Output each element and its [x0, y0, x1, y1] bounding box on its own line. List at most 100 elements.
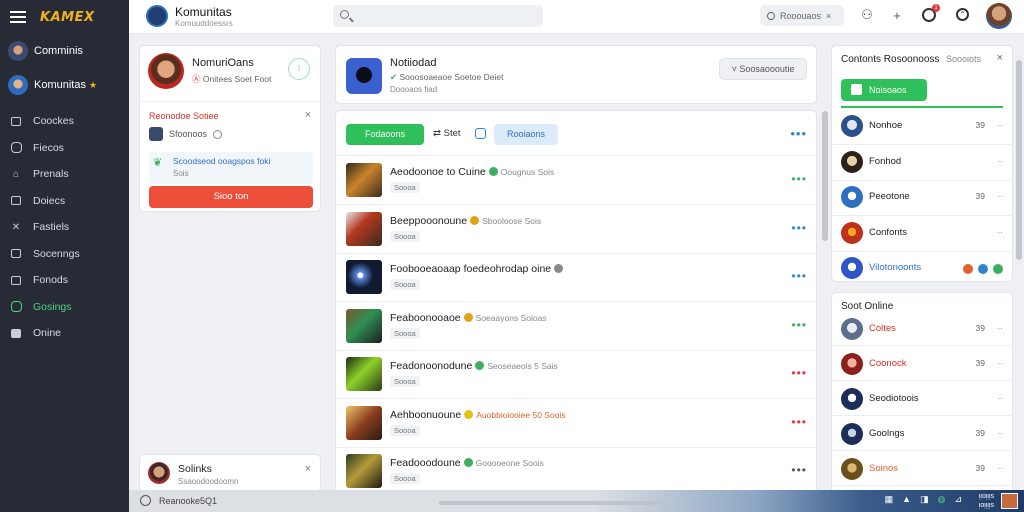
- alert-item[interactable]: Sfoonoos: [149, 127, 223, 141]
- horizontal-scrollbar[interactable]: [439, 501, 675, 505]
- close-icon[interactable]: ×: [826, 11, 831, 21]
- post-thumbnail[interactable]: [346, 260, 382, 294]
- online-user[interactable]: Seodiotoois ··: [832, 381, 1012, 416]
- post-thumbnail[interactable]: [346, 308, 382, 343]
- menu-icon[interactable]: [10, 11, 26, 23]
- post-title[interactable]: Foobooeaoaap foedeohrodap oine: [390, 263, 566, 275]
- online-user[interactable]: Soinos 39 ··: [832, 451, 1012, 486]
- contact-item[interactable]: Peeotone 39 ··: [832, 180, 1012, 216]
- post-thumbnail[interactable]: [346, 454, 382, 488]
- sidebar-item-fastiels[interactable]: ✕ Fastiels: [0, 214, 129, 241]
- avatar[interactable]: [148, 462, 170, 484]
- channel-name[interactable]: Notiiodad: [390, 57, 436, 69]
- scrollbar-thumb[interactable]: [1016, 60, 1022, 260]
- tray-icon[interactable]: ⊿: [954, 494, 962, 505]
- online-user-name: Seodiotoois: [869, 393, 919, 404]
- tray-icon[interactable]: ◍: [938, 494, 946, 505]
- post-title[interactable]: Aehboonuoune Auobbioiooiee 50 Soois: [390, 409, 566, 421]
- sidebar-user-2[interactable]: Komunitas ★: [0, 68, 129, 102]
- sidebar-item-fonods[interactable]: Fonods: [0, 267, 129, 294]
- tray-thumbnail[interactable]: [1001, 493, 1018, 509]
- more-icon[interactable]: ··: [997, 358, 1003, 368]
- community-avatar[interactable]: [146, 5, 168, 27]
- more-icon[interactable]: ··: [997, 323, 1003, 333]
- feed-post[interactable]: Feaboonooaoe Soeaayons Soioas Soooa •••: [336, 302, 816, 351]
- post-title[interactable]: Beeppooonoune Sbooloose Sois: [390, 215, 541, 227]
- search-input[interactable]: [333, 5, 543, 27]
- add-icon[interactable]: +: [890, 8, 904, 23]
- notification-icon[interactable]: 1: [922, 4, 940, 22]
- tray-icon[interactable]: ▦: [885, 494, 894, 505]
- feed-filter-button[interactable]: Rooiaons: [494, 124, 558, 145]
- sidebar-user-1[interactable]: Comminis: [0, 34, 129, 68]
- more-icon[interactable]: •••: [791, 269, 807, 283]
- more-icon[interactable]: •••: [790, 126, 807, 141]
- tray-icon[interactable]: ◨: [920, 494, 929, 505]
- brand-logo[interactable]: KAMEX: [40, 10, 94, 25]
- more-icon[interactable]: ··: [997, 156, 1003, 166]
- more-icon[interactable]: ··: [997, 463, 1003, 473]
- feed-post[interactable]: Beeppooonoune Sbooloose Sois Soooa •••: [336, 205, 816, 254]
- contacts-button[interactable]: Noisoaos: [841, 79, 927, 101]
- channel-dropdown-button[interactable]: ˅ Soosaoooutie: [719, 58, 807, 80]
- contact-item[interactable]: Confonts ··: [832, 216, 1012, 252]
- info-icon[interactable]: [475, 128, 486, 139]
- sidebar-item-onine[interactable]: Onine: [0, 320, 129, 347]
- feed-scrollbar[interactable]: [822, 106, 828, 490]
- page-scrollbar[interactable]: [1016, 40, 1022, 490]
- filter-search[interactable]: Rooouaos ×: [760, 5, 844, 26]
- post-thumbnail[interactable]: [346, 405, 382, 440]
- feed-post[interactable]: Aeodoonoe to Cuine Oougnus Sois Soooa •••: [336, 156, 816, 205]
- close-icon[interactable]: ×: [305, 463, 311, 475]
- sidebar-item-doiecs[interactable]: Doiecs: [0, 188, 129, 215]
- more-icon[interactable]: ··: [997, 191, 1003, 201]
- close-icon[interactable]: ×: [997, 52, 1003, 64]
- sidebar-item-fiecos[interactable]: Fiecos: [0, 135, 129, 162]
- more-icon[interactable]: ··: [997, 120, 1003, 130]
- sidebar-item-gosings[interactable]: Gosings: [0, 294, 129, 321]
- sidebar-item-socenngs[interactable]: Socenngs: [0, 241, 129, 268]
- more-icon[interactable]: ··: [997, 227, 1003, 237]
- help-icon[interactable]: ⌃: [956, 8, 969, 21]
- online-user[interactable]: Coltes 39 ··: [832, 311, 1012, 346]
- sort-button[interactable]: ⇄ Stet: [433, 128, 461, 139]
- post-thumbnail[interactable]: [346, 211, 382, 246]
- close-icon[interactable]: ×: [305, 109, 311, 121]
- profile-name[interactable]: NomuriOans: [192, 57, 254, 69]
- tip-box[interactable]: ❦ Scoodseod ooagspos foki Sois: [149, 152, 313, 184]
- contact-item[interactable]: Fonhod ··: [832, 145, 1012, 181]
- contact-item[interactable]: Nonhoe 39 ··: [832, 109, 1012, 145]
- online-user[interactable]: Goolngs 39 ··: [832, 416, 1012, 451]
- post-thumbnail[interactable]: [346, 357, 382, 391]
- post-title[interactable]: Feadonoonodune Seoseaeois 5 Sais: [390, 360, 558, 372]
- avatar[interactable]: [148, 53, 184, 89]
- feed-post[interactable]: Feadooodoune Gooooeone Soois Soooa •••: [336, 447, 816, 491]
- tray-icon[interactable]: ▲: [902, 494, 911, 505]
- more-icon[interactable]: ··: [997, 393, 1003, 403]
- sidebar-item-prenals[interactable]: ⌂ Prenals: [0, 161, 129, 188]
- post-title[interactable]: Aeodoonoe to Cuine Oougnus Sois: [390, 166, 554, 178]
- post-title[interactable]: Feaboonooaoe Soeaayons Soioas: [390, 312, 547, 324]
- contact-item[interactable]: Vilotonoonts: [832, 251, 1012, 287]
- more-icon[interactable]: •••: [791, 221, 807, 235]
- more-icon[interactable]: •••: [791, 366, 807, 380]
- more-icon[interactable]: •••: [791, 415, 807, 429]
- feed-post[interactable]: Foobooeaoaap foedeohrodap oine Soooa •••: [336, 253, 816, 302]
- more-icon[interactable]: •••: [791, 318, 807, 332]
- user-icon[interactable]: ⚇: [860, 7, 874, 22]
- more-icon[interactable]: •••: [791, 172, 807, 186]
- feed-primary-button[interactable]: Fodaoons: [346, 124, 424, 145]
- sidebar-item-coockes[interactable]: Coockes: [0, 108, 129, 135]
- post-title[interactable]: Feadooodoune Gooooeone Soois: [390, 457, 544, 469]
- avatar[interactable]: [986, 3, 1012, 29]
- primary-action-button[interactable]: Sioo ton: [149, 186, 313, 208]
- post-thumbnail[interactable]: [346, 163, 382, 197]
- channel-logo[interactable]: [346, 58, 382, 94]
- feed-post[interactable]: Feadonoonodune Seoseaeois 5 Sais Soooa •••: [336, 350, 816, 399]
- scrollbar-thumb[interactable]: [822, 111, 828, 241]
- online-user[interactable]: Coonock 39 ··: [832, 346, 1012, 381]
- feed-post[interactable]: Aehboonuoune Auobbioiooiee 50 Soois Soooa •…: [336, 399, 816, 448]
- more-icon[interactable]: ··: [997, 428, 1003, 438]
- more-icon[interactable]: •••: [791, 463, 807, 477]
- profile-action-button[interactable]: ⁝: [288, 58, 310, 80]
